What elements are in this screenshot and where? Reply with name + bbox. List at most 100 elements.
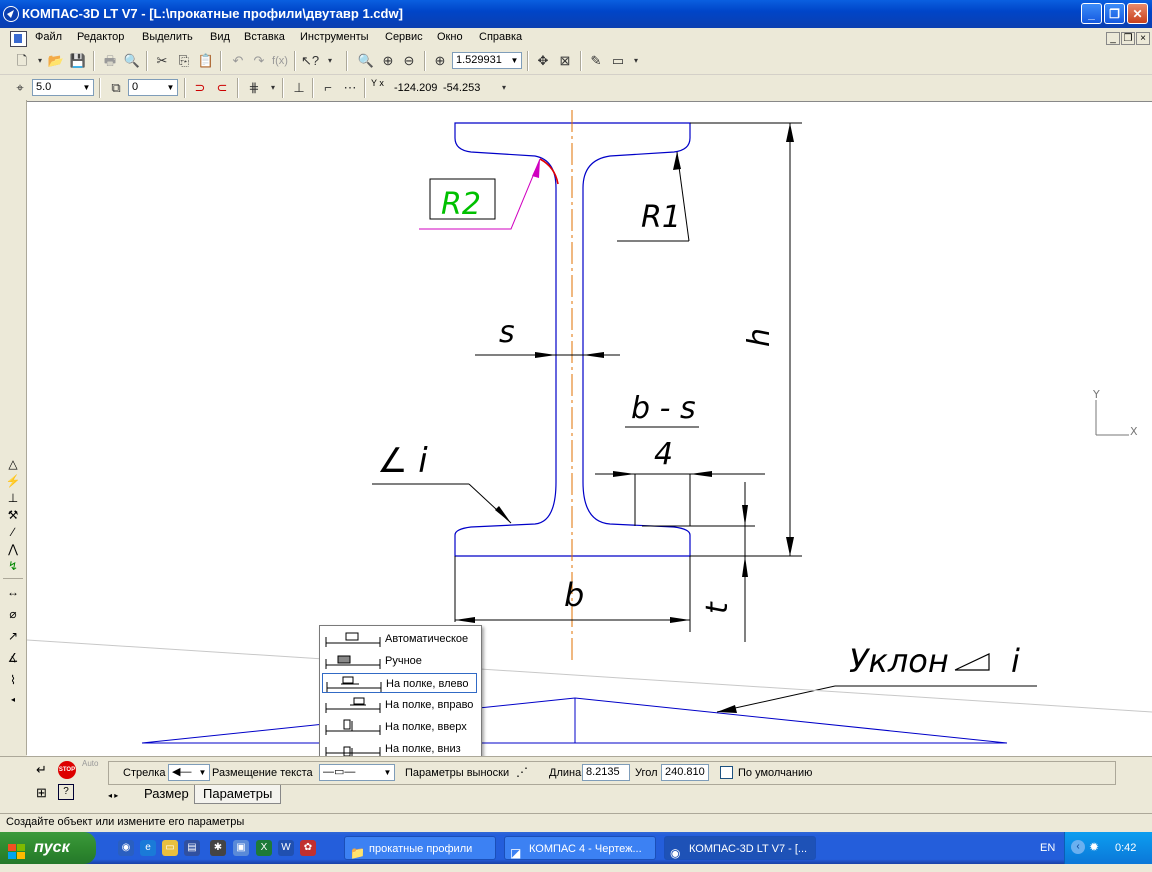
linear-dimension-icon[interactable]: ↔	[4, 584, 22, 600]
taskbar-button-folder[interactable]: 📁 прокатные профили	[344, 836, 496, 860]
language-indicator[interactable]: EN	[1040, 842, 1055, 854]
chevron-down-icon[interactable]: ▼	[381, 765, 394, 780]
radial-dimension-icon[interactable]: ↗	[4, 628, 22, 644]
excel-icon[interactable]: X	[256, 840, 272, 856]
tab-parameters[interactable]: Параметры	[194, 785, 282, 804]
chevron-down-icon[interactable]: ▼	[196, 765, 209, 780]
print-preview-icon[interactable]: 🔍	[122, 51, 142, 71]
word-icon[interactable]: W	[278, 840, 294, 856]
arrow-type-select[interactable]: ◀— ▼	[168, 764, 210, 781]
step-field[interactable]: 5.0 ▼	[32, 79, 94, 96]
angle-input[interactable]: 240.810	[661, 764, 709, 781]
help-pointer-icon[interactable]: ↖?	[300, 51, 320, 71]
zoom-icon[interactable]: 🔍	[356, 51, 376, 71]
print-icon[interactable]: 🖶	[100, 51, 120, 71]
zoom-scale-icon[interactable]: ⊕	[430, 51, 450, 71]
folder-icon[interactable]: ▭	[162, 840, 178, 856]
kompas-app-icon[interactable]	[3, 6, 19, 22]
menu-service[interactable]: Сервис	[385, 31, 423, 43]
layer-icon[interactable]: ⧉	[106, 78, 126, 98]
cut-icon[interactable]: ✂	[152, 51, 172, 71]
angular-dimension-icon[interactable]: ∡	[4, 650, 22, 666]
diameter-dimension-icon[interactable]: ⌀	[4, 606, 22, 622]
menu-tools[interactable]: Инструменты	[300, 31, 369, 43]
menu-view[interactable]: Вид	[210, 31, 230, 43]
kompas-quicklaunch-icon[interactable]: ◉	[118, 840, 134, 856]
leader-params-icon[interactable]: ⋰	[516, 765, 528, 779]
chevron-down-icon[interactable]: ▼	[508, 53, 521, 68]
coord-x-value[interactable]: -124.209	[394, 82, 437, 94]
length-input[interactable]: 8.2135	[582, 764, 630, 781]
menu-file[interactable]: Файл	[35, 31, 62, 43]
doc-restore-button[interactable]: ❐	[1121, 32, 1135, 45]
select-icon[interactable]: ↯	[4, 558, 22, 574]
default-checkbox[interactable]	[720, 766, 733, 779]
app-icon[interactable]: ✱	[210, 840, 226, 856]
leader-icon[interactable]: ⌇	[4, 672, 22, 688]
clock[interactable]: 0:42	[1115, 842, 1136, 854]
taskbar-button-kompas-lt[interactable]: ◉ КОМПАС-3D LT V7 - [...	[664, 836, 816, 860]
open-folder-icon[interactable]: 📂	[46, 51, 66, 71]
zoom-scale-field[interactable]: 1.529931 ▼	[452, 52, 522, 69]
drawing-canvas[interactable]: R2 R1 s h b - s 4 ∠ i b t Уклон i Y X	[27, 101, 1152, 756]
paste-icon[interactable]: 📋	[196, 51, 216, 71]
chevron-left-icon[interactable]: ◂	[4, 692, 22, 708]
menu-help[interactable]: Справка	[479, 31, 522, 43]
tab-scroll-arrows[interactable]: ◂ ▸	[108, 789, 134, 803]
enter-icon[interactable]: ↵	[36, 762, 47, 778]
maximize-button[interactable]: ❐	[1104, 3, 1125, 24]
menu-window[interactable]: Окно	[437, 31, 463, 43]
redo-icon[interactable]: ↷	[249, 51, 269, 71]
geometry-icon[interactable]: △	[4, 456, 22, 472]
auto-create-icon[interactable]: Auto	[82, 759, 98, 768]
function-icon[interactable]: f(x)	[270, 51, 290, 71]
local-cs-icon[interactable]: ⊥	[289, 78, 309, 98]
parametric-mode-icon[interactable]: ⋯	[340, 78, 360, 98]
coord-y-value[interactable]: -54.253	[443, 82, 480, 94]
grid-icon[interactable]: ⋕	[244, 78, 264, 98]
media-icon[interactable]: ✿	[300, 840, 316, 856]
menu-edit[interactable]: Редактор	[77, 31, 124, 43]
panel-dropdown-icon[interactable]: ▾	[626, 51, 646, 71]
chevron-left-icon[interactable]: ‹	[1071, 840, 1085, 854]
zoom-in-icon[interactable]: ⊕	[378, 51, 398, 71]
popup-item-shelf-up[interactable]: На полке, вверх	[322, 717, 477, 737]
grid-dropdown-icon[interactable]: ▾	[263, 78, 283, 98]
hammer-icon[interactable]: ⚒	[4, 507, 22, 523]
new-document-icon[interactable]: 🗋	[12, 51, 32, 71]
ie-icon[interactable]: e	[140, 840, 156, 856]
menu-select[interactable]: Выделить	[142, 31, 193, 43]
chevron-down-icon[interactable]: ▼	[80, 80, 93, 95]
tab-dimension[interactable]: Размер	[136, 785, 197, 803]
doc-close-button[interactable]: ×	[1136, 32, 1150, 45]
doc-minimize-button[interactable]: _	[1106, 32, 1120, 45]
minimize-button[interactable]: _	[1081, 3, 1102, 24]
local-snap-magnet-icon[interactable]: ⊂	[212, 78, 232, 98]
copy-icon[interactable]: ⎘	[174, 51, 194, 71]
chevron-down-icon[interactable]: ▼	[164, 80, 177, 95]
help-dropdown-icon[interactable]: ▾	[320, 51, 340, 71]
taskbar-button-kompas4[interactable]: ◪ КОМПАС 4 - Чертеж...	[504, 836, 656, 860]
popup-item-shelf-left[interactable]: На полке, влево	[322, 673, 477, 693]
measure-icon[interactable]: ⋀	[4, 541, 22, 557]
ortho-mode-icon[interactable]: ⌐	[318, 78, 338, 98]
zoom-out-icon[interactable]: ⊖	[399, 51, 419, 71]
popup-item-shelf-right[interactable]: На полке, вправо	[322, 695, 477, 715]
step-cursor-icon[interactable]: ⌖	[10, 78, 30, 98]
snap-magnet-icon[interactable]: ⊃	[190, 78, 210, 98]
snap-create-icon[interactable]: ⊞	[36, 785, 47, 801]
save-icon[interactable]: 💾	[68, 51, 88, 71]
text-placement-select[interactable]: —▭— ▼	[319, 764, 395, 781]
parametrization-icon[interactable]: ∕	[4, 524, 22, 540]
coords-dropdown-icon[interactable]: ▾	[494, 78, 514, 98]
photo-icon[interactable]: ▣	[233, 840, 249, 856]
document-icon[interactable]	[10, 31, 27, 47]
menu-insert[interactable]: Вставка	[244, 31, 285, 43]
tray-app-icon[interactable]: ✹	[1089, 840, 1099, 854]
fit-all-icon[interactable]: ⊠	[555, 51, 575, 71]
popup-item-manual[interactable]: Ручное	[322, 651, 477, 671]
stop-icon[interactable]: STOP	[58, 761, 76, 779]
close-button[interactable]: ✕	[1127, 3, 1148, 24]
help-icon[interactable]: ?	[58, 784, 74, 800]
pan-icon[interactable]: ✥	[533, 51, 553, 71]
